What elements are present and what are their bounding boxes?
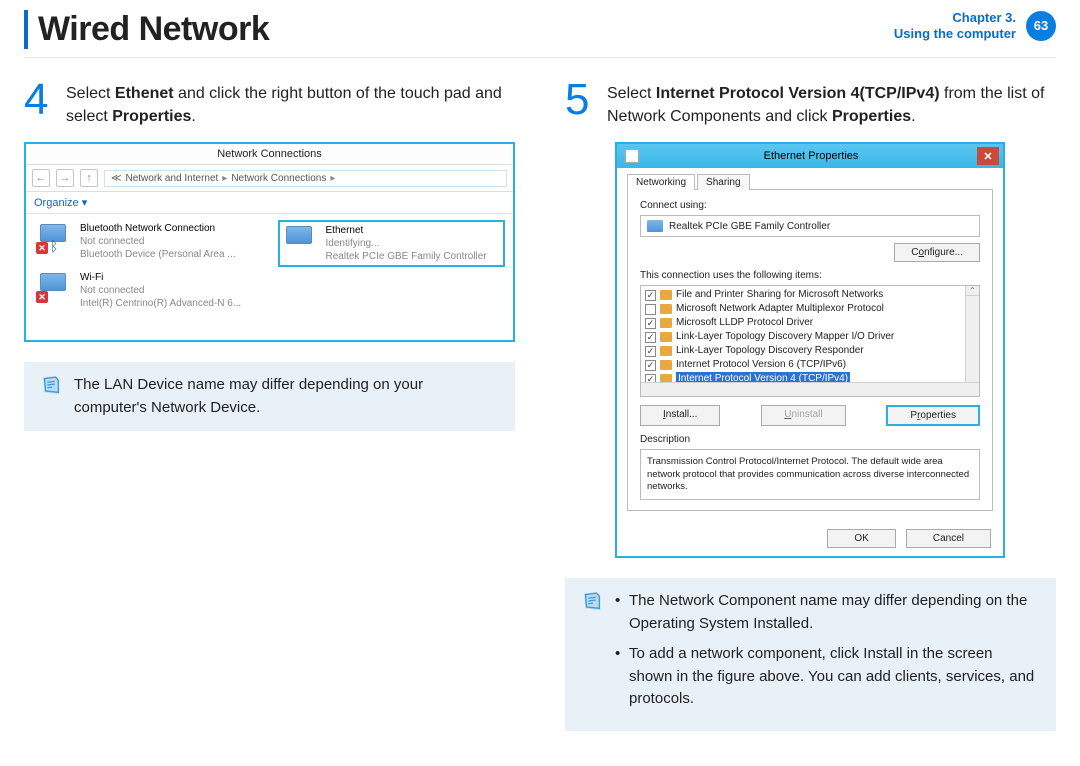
checkbox[interactable]: ✓ [645, 318, 656, 329]
page-title: Wired Network [38, 10, 269, 49]
note-icon [581, 590, 603, 719]
connection-icon: ✕ [36, 271, 72, 303]
items-label: This connection uses the following items… [640, 270, 980, 281]
adapter-name: Realtek PCIe GBE Family Controller [669, 221, 830, 232]
nc-titlebar: Network Connections [26, 144, 513, 165]
description-text: Transmission Control Protocol/Internet P… [640, 449, 980, 500]
chapter-subline: Using the computer [894, 26, 1016, 42]
checkbox[interactable]: ✓ [645, 346, 656, 357]
protocol-icon [660, 346, 672, 356]
organize-menu[interactable]: Organize ▾ [26, 192, 513, 214]
protocol-icon [660, 332, 672, 342]
install-button[interactable]: Install... [640, 405, 720, 426]
component-item[interactable]: ✓Link-Layer Topology Discovery Responder [641, 344, 979, 358]
cancel-button[interactable]: Cancel [906, 529, 991, 548]
checkbox[interactable]: ✓ [645, 360, 656, 371]
connection-icon [282, 224, 318, 256]
ep-titlebar: Ethernet Properties ✕ [617, 144, 1003, 168]
window-title: Ethernet Properties [645, 150, 977, 162]
network-connections-screenshot: Network Connections ← → ↑ ≪ Network and … [24, 142, 515, 342]
ok-button[interactable]: OK [827, 529, 895, 548]
tab-sharing[interactable]: Sharing [697, 174, 749, 190]
protocol-icon [660, 318, 672, 328]
step-number: 4 [24, 78, 54, 128]
adapter-field: Realtek PCIe GBE Family Controller [640, 215, 980, 237]
protocol-icon [660, 304, 672, 314]
chapter-line: Chapter 3. [894, 10, 1016, 26]
note-callout: The LAN Device name may differ depending… [24, 362, 515, 431]
step-number: 5 [565, 78, 595, 128]
properties-button[interactable]: Properties [886, 405, 980, 426]
checkbox[interactable] [645, 304, 656, 315]
adapter-icon [647, 220, 663, 232]
page-title-wrap: Wired Network [24, 10, 269, 49]
note-icon [40, 374, 62, 419]
close-icon[interactable]: ✕ [977, 147, 999, 165]
chapter-info: Chapter 3. Using the computer 63 [894, 10, 1056, 41]
description-label: Description [640, 434, 980, 445]
checkbox[interactable]: ✓ [645, 290, 656, 301]
ethernet-properties-screenshot: Ethernet Properties ✕ Networking Sharing… [615, 142, 1005, 558]
connection-item[interactable]: ✕Wi-FiNot connectedIntel(R) Centrino(R) … [36, 271, 260, 310]
breadcrumb[interactable]: ≪ Network and Internet▸ Network Connecti… [104, 170, 507, 187]
scrollbar-vertical[interactable] [965, 286, 979, 382]
component-item[interactable]: Microsoft Network Adapter Multiplexor Pr… [641, 302, 979, 316]
component-item[interactable]: ✓Microsoft LLDP Protocol Driver [641, 316, 979, 330]
tab-networking[interactable]: Networking [627, 174, 695, 190]
window-icon [625, 149, 639, 163]
note-text: The Network Component name may differ de… [615, 590, 1040, 635]
back-button[interactable]: ← [32, 169, 50, 187]
configure-button[interactable]: Configure... [894, 243, 980, 262]
checkbox[interactable]: ✓ [645, 332, 656, 343]
scrollbar-horizontal[interactable] [641, 382, 979, 396]
connection-item[interactable]: EthernetIdentifying...Realtek PCIe GBE F… [278, 220, 506, 267]
connection-icon: ✕ᛒ [36, 222, 72, 254]
note-text: To add a network component, click Instal… [615, 643, 1040, 711]
page-number-badge: 63 [1026, 11, 1056, 41]
connect-using-label: Connect using: [640, 200, 980, 211]
protocol-icon [660, 290, 672, 300]
uninstall-button[interactable]: Uninstall [761, 405, 845, 426]
component-item[interactable]: ✓Link-Layer Topology Discovery Mapper I/… [641, 330, 979, 344]
step-text: Select Ethenet and click the right butto… [66, 78, 515, 128]
connection-item[interactable]: ✕ᛒBluetooth Network ConnectionNot connec… [36, 222, 260, 261]
note-callout: The Network Component name may differ de… [565, 578, 1056, 731]
component-item[interactable]: ✓File and Printer Sharing for Microsoft … [641, 288, 979, 302]
forward-button[interactable]: → [56, 169, 74, 187]
note-text: The LAN Device name may differ depending… [74, 374, 499, 419]
components-list[interactable]: ✓File and Printer Sharing for Microsoft … [640, 285, 980, 397]
component-item[interactable]: ✓Internet Protocol Version 6 (TCP/IPv6) [641, 358, 979, 372]
step-text: Select Internet Protocol Version 4(TCP/I… [607, 78, 1056, 128]
protocol-icon [660, 360, 672, 370]
up-button[interactable]: ↑ [80, 169, 98, 187]
nc-toolbar: ← → ↑ ≪ Network and Internet▸ Network Co… [26, 165, 513, 192]
